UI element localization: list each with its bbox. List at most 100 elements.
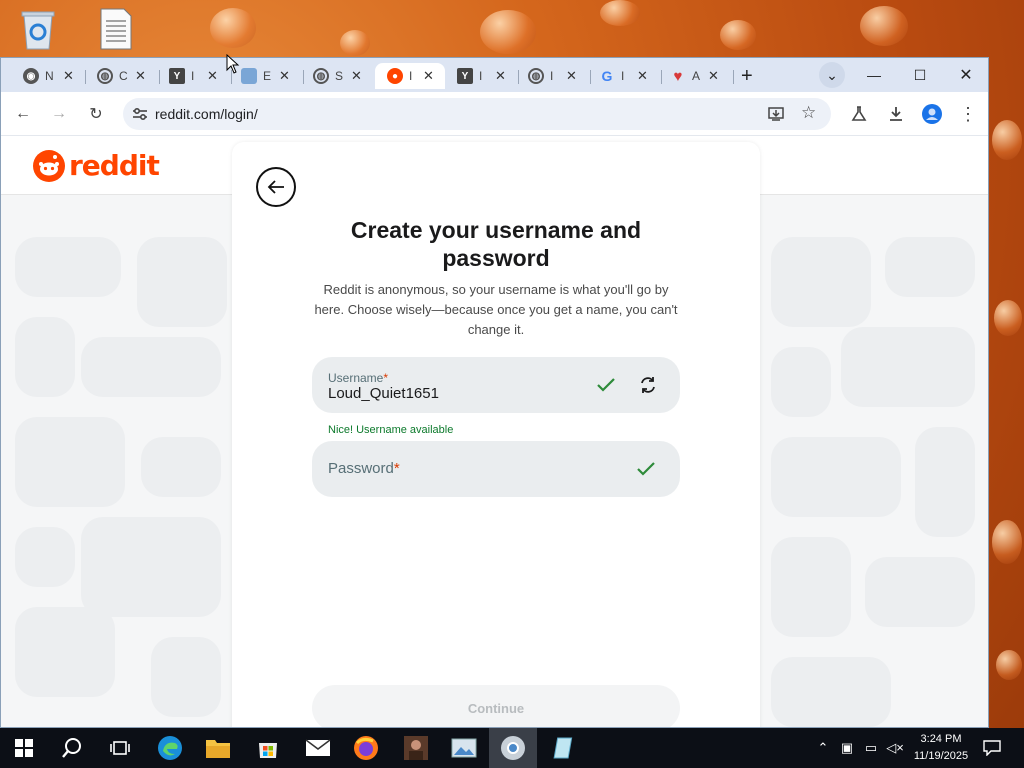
back-nav-button[interactable]: ← [11, 102, 35, 126]
browser-window: ◉ N ✕ ◍ C ✕ Y I ✕ E ✕ ◍ S ✕ ● I ✕ Y I ✕ … [0, 57, 989, 728]
chrome-icon [501, 736, 525, 760]
tab-4[interactable]: ◍ S ✕ [313, 63, 373, 89]
search-button[interactable] [48, 728, 96, 768]
arrow-left-icon: ← [15, 105, 31, 122]
back-button[interactable] [256, 167, 296, 207]
username-value[interactable]: Loud_Quiet1651 [328, 385, 439, 402]
heart-icon: ♥ [673, 67, 683, 85]
tab-9[interactable]: ♥ A ✕ [670, 63, 730, 89]
tab-title: I [191, 69, 195, 83]
continue-button[interactable]: Continue [312, 685, 680, 727]
forward-nav-button[interactable]: → [47, 102, 71, 126]
regenerate-username-button[interactable] [636, 373, 660, 397]
tab-3[interactable]: E ✕ [241, 63, 301, 89]
network-button[interactable]: ▭ [860, 728, 882, 768]
taskbar-file-explorer[interactable] [194, 728, 242, 768]
close-tab-icon[interactable]: ✕ [279, 68, 290, 84]
taskbar-edge[interactable] [146, 728, 194, 768]
tab-0[interactable]: ◉ N ✕ [23, 63, 83, 89]
store-icon [259, 743, 277, 758]
globe-icon: ◍ [313, 68, 329, 84]
tab-title: A [692, 69, 701, 83]
y-combinator-icon: Y [169, 68, 185, 84]
reddit-logo[interactable]: reddit [33, 149, 160, 182]
more-vert-icon: ⋮ [959, 103, 977, 124]
photos-app-icon [451, 738, 477, 758]
start-button[interactable] [0, 728, 48, 768]
address-bar[interactable]: reddit.com/login/ ☆ [123, 98, 831, 130]
chevron-up-icon: ⌃ [817, 740, 829, 755]
close-tab-icon[interactable]: ✕ [135, 68, 146, 84]
close-tab-icon[interactable]: ✕ [351, 68, 362, 84]
tab-1[interactable]: ◍ C ✕ [97, 63, 157, 89]
tab-2[interactable]: Y I ✕ [169, 63, 229, 89]
menu-button[interactable]: ⋮ [956, 102, 980, 126]
close-tab-icon[interactable]: ✕ [566, 68, 577, 84]
downloads-button[interactable] [884, 102, 908, 126]
meet-now-button[interactable]: ▣ [836, 728, 858, 768]
profile-button[interactable] [920, 102, 944, 126]
tab-5-active[interactable]: ● I ✕ [375, 63, 445, 89]
plus-icon: + [741, 64, 753, 87]
page-content: reddit Create your username and password… [1, 137, 988, 727]
system-clock[interactable]: 3:24 PM 11/19/2025 [906, 731, 976, 765]
close-tab-icon[interactable]: ✕ [207, 68, 218, 84]
taskbar-mail[interactable] [294, 728, 342, 768]
reddit-icon [33, 149, 65, 182]
close-tab-icon[interactable]: ✕ [708, 68, 719, 84]
new-tab-button[interactable]: + [741, 63, 761, 89]
reload-button[interactable]: ↻ [84, 102, 108, 126]
taskbar-store[interactable] [244, 728, 292, 768]
tab-title: E [263, 69, 272, 83]
cube-icon [241, 68, 257, 84]
labs-button[interactable] [847, 102, 871, 126]
password-field[interactable]: Password* [312, 441, 680, 497]
brand-wordmark: reddit [69, 149, 160, 182]
tab-title: S [335, 69, 344, 83]
mail-icon [305, 739, 331, 756]
tab-7[interactable]: ◍ I ✕ [528, 63, 588, 89]
globe-icon: ◍ [528, 68, 544, 84]
username-field[interactable]: Username* Loud_Quiet1651 [312, 357, 680, 413]
arrow-left-icon [267, 180, 284, 194]
search-icon [62, 738, 81, 758]
close-tab-icon[interactable]: ✕ [637, 68, 648, 84]
taskbar-chrome[interactable] [489, 728, 537, 768]
show-hidden-icons-button[interactable]: ⌃ [812, 728, 834, 768]
maximize-button[interactable]: ☐ [897, 58, 943, 92]
document-file-icon[interactable] [94, 6, 138, 52]
taskbar-app-notepad[interactable] [538, 728, 586, 768]
folder-icon [206, 740, 230, 758]
google-icon: G [601, 68, 613, 84]
taskbar-app-portrait[interactable] [392, 728, 440, 768]
task-view-button[interactable] [96, 728, 144, 768]
close-icon: ✕ [959, 67, 973, 84]
bookmark-star-icon[interactable]: ☆ [801, 103, 816, 123]
close-tab-icon[interactable]: ✕ [495, 68, 506, 84]
tab-title: I [409, 69, 413, 83]
close-tab-icon[interactable]: ✕ [423, 68, 434, 84]
arrow-right-icon: → [51, 105, 67, 122]
clock-date: 11/19/2025 [913, 750, 969, 762]
tab-search-button[interactable]: ⌄ [819, 62, 845, 88]
reddit-icon: ● [387, 68, 403, 84]
windows-icon [15, 739, 33, 757]
tab-8[interactable]: G I ✕ [599, 63, 659, 89]
check-icon [594, 373, 618, 397]
reload-icon: ↻ [89, 106, 103, 123]
site-settings-icon[interactable] [131, 105, 149, 128]
tab-title: I [479, 69, 483, 83]
notifications-button[interactable] [980, 728, 1004, 768]
tab-title: N [45, 69, 54, 83]
tab-6[interactable]: Y I ✕ [457, 63, 517, 89]
close-tab-icon[interactable]: ✕ [63, 68, 74, 84]
recycle-bin-icon[interactable] [16, 6, 60, 52]
close-window-button[interactable]: ✕ [943, 58, 988, 92]
minimize-button[interactable]: — [851, 58, 897, 92]
volume-button[interactable]: ◁× [884, 728, 906, 768]
taskbar-app-photos[interactable] [440, 728, 488, 768]
globe-icon: ◍ [97, 68, 113, 84]
clock-time: 3:24 PM [920, 733, 962, 745]
taskbar-firefox[interactable] [342, 728, 390, 768]
install-app-icon[interactable] [767, 105, 785, 128]
